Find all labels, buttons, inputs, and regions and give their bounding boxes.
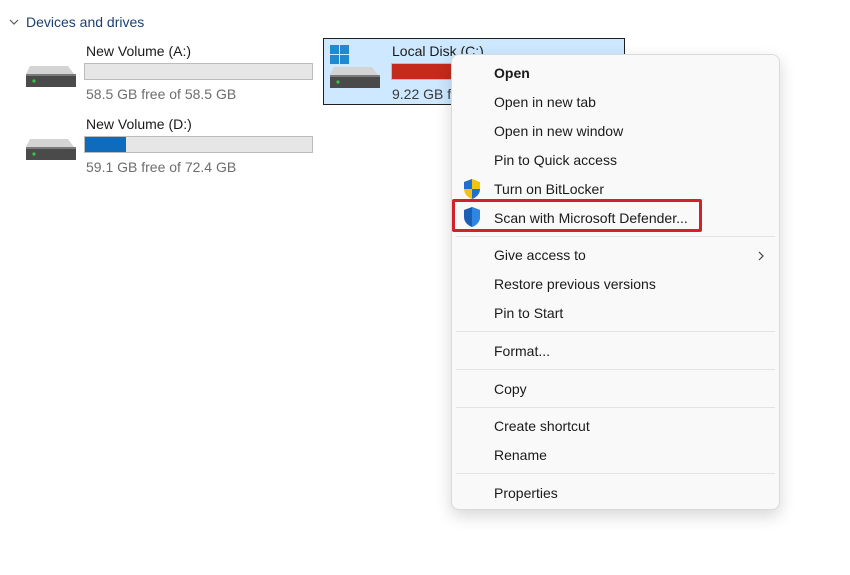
devices-and-drives-header[interactable]: Devices and drives [8, 12, 144, 32]
drive-usage-fill [85, 137, 126, 152]
menu-separator [456, 331, 775, 332]
menu-separator [456, 369, 775, 370]
bitlocker-shield-icon [464, 179, 480, 199]
menu-item-pin-to-quick-access[interactable]: Pin to Quick access [494, 152, 617, 168]
hard-drive-icon [330, 67, 380, 88]
context-menu: Open Open in new tab Open in new window … [451, 54, 780, 510]
menu-separator [456, 236, 775, 237]
drive-tile-d[interactable]: New Volume (D:) 59.1 GB free of 72.4 GB [24, 113, 324, 179]
menu-item-properties[interactable]: Properties [494, 485, 558, 501]
drive-free-space: 59.1 GB free of 72.4 GB [86, 159, 237, 175]
chevron-right-icon [758, 251, 764, 261]
section-title: Devices and drives [26, 14, 145, 30]
menu-item-open[interactable]: Open [494, 65, 530, 81]
chevron-down-icon [9, 19, 19, 25]
menu-separator [456, 473, 775, 474]
menu-item-scan-with-defender[interactable]: Scan with Microsoft Defender... [494, 210, 688, 226]
defender-shield-icon [464, 207, 480, 227]
hard-drive-icon [26, 66, 76, 87]
menu-item-pin-to-start[interactable]: Pin to Start [494, 305, 563, 321]
drive-name: New Volume (D:) [86, 116, 192, 132]
hard-drive-icon [26, 139, 76, 160]
drive-usage-bar [84, 136, 313, 153]
menu-separator [456, 407, 775, 408]
menu-item-give-access-to[interactable]: Give access to [494, 247, 586, 263]
drive-tile-a[interactable]: New Volume (A:) 58.5 GB free of 58.5 GB [24, 40, 324, 106]
menu-item-open-in-new-tab[interactable]: Open in new tab [494, 94, 596, 110]
menu-item-rename[interactable]: Rename [494, 447, 547, 463]
menu-item-format[interactable]: Format... [494, 343, 550, 359]
drive-free-space: 9.22 GB f [392, 86, 452, 102]
menu-item-create-shortcut[interactable]: Create shortcut [494, 418, 590, 434]
drive-free-space: 58.5 GB free of 58.5 GB [86, 86, 237, 102]
drive-usage-bar [84, 63, 313, 80]
menu-item-restore-previous-versions[interactable]: Restore previous versions [494, 276, 656, 292]
drive-name: New Volume (A:) [86, 43, 192, 59]
menu-item-open-in-new-window[interactable]: Open in new window [494, 123, 623, 139]
menu-item-copy[interactable]: Copy [494, 381, 527, 397]
menu-item-turn-on-bitlocker[interactable]: Turn on BitLocker [494, 181, 604, 197]
